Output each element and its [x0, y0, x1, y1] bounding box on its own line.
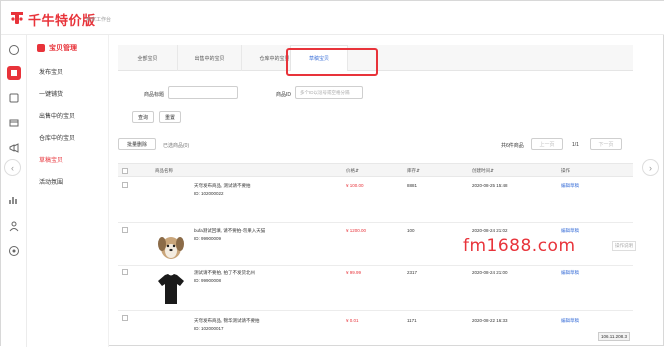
product-price: ¥ 100.00: [346, 183, 364, 188]
data-icon[interactable]: [7, 193, 21, 207]
row-checkbox[interactable]: [122, 227, 128, 233]
id-filter-label: 商品ID: [276, 92, 292, 98]
header-created-time[interactable]: 创建时间⇵: [472, 168, 494, 174]
section-title: 宝贝管理: [49, 45, 77, 52]
product-created: 2020-08-24 21:00: [472, 270, 508, 275]
product-price: ¥ 99.99: [346, 270, 362, 275]
next-page-button[interactable]: 下一页: [590, 138, 622, 150]
header-product-name: 商品名称: [155, 168, 173, 173]
logo-icon: [11, 12, 23, 24]
app-subtitle: 卖家工作台: [86, 17, 112, 23]
product-id: ID: 102000022: [194, 191, 224, 196]
chevron-left-icon: ‹: [11, 162, 14, 173]
sidebar-item-drafts[interactable]: 草稿宝贝: [39, 155, 63, 164]
product-id: ID: 99900008: [194, 278, 222, 283]
product-title[interactable]: bufa测试回填, 请不要拍-勿果入天猫: [194, 227, 265, 235]
product-stock: 8881: [407, 183, 418, 188]
side-help-tag[interactable]: 操作说明: [612, 241, 636, 251]
app-window: 千牛特价版 卖家工作台 宝贝管理 发布宝贝 一键铺货 出售中的宝贝 仓库中的宝贝…: [0, 0, 664, 347]
chevron-right-icon: ›: [649, 162, 652, 173]
row-divider: [118, 265, 633, 266]
product-id: ID: 99900009: [194, 236, 222, 241]
product-stock: 100: [407, 228, 415, 233]
prev-page-button[interactable]: 上一页: [531, 138, 563, 150]
row-divider: [118, 310, 633, 311]
icon-sidebar: [1, 35, 27, 347]
title-filter-label: 商品标题: [144, 92, 165, 98]
total-count: 共6件商品: [501, 143, 524, 149]
product-created: 2020-08-22 16:33: [472, 318, 508, 323]
top-bar: 千牛特价版 卖家工作台: [1, 1, 664, 35]
table-header: 商品名称 价格⇵ 库存⇵ 创建时间⇵ 操作: [118, 163, 633, 177]
edit-draft-link[interactable]: 编辑草稿: [561, 227, 579, 235]
order-icon[interactable]: [7, 91, 21, 105]
shop-icon[interactable]: [7, 115, 21, 129]
product-price: ¥ 0.01: [346, 318, 359, 323]
sidebar-item-one-click[interactable]: 一键铺货: [39, 89, 63, 98]
edit-draft-link[interactable]: 编辑草稿: [561, 182, 579, 190]
sidebar-item-publish[interactable]: 发布宝贝: [39, 67, 63, 76]
product-title[interactable]: 天穹发布商品, 锦华测试请不要拍: [194, 317, 260, 325]
sub-navigation: 宝贝管理 发布宝贝 一键铺货 出售中的宝贝 仓库中的宝贝 草稿宝贝 活动氛围: [27, 35, 109, 347]
product-created: 2020-08-24 21:02: [472, 228, 508, 233]
goods-icon[interactable]: [7, 66, 21, 80]
search-button[interactable]: 查询: [132, 111, 154, 123]
collapse-left-button[interactable]: ‹: [4, 159, 21, 176]
row-checkbox[interactable]: [122, 315, 128, 321]
watermark-text: fm1688.com: [463, 236, 576, 256]
header-price[interactable]: 价格⇵: [346, 168, 359, 174]
page-info: 1/1: [572, 142, 579, 148]
product-title[interactable]: 天穹发布商品, 测试请不要拍: [194, 182, 251, 190]
row-checkbox[interactable]: [122, 182, 128, 188]
row-divider: [118, 222, 633, 223]
product-stock: 2317: [407, 270, 418, 275]
tab-on-sale[interactable]: 出售中的宝贝: [178, 45, 242, 71]
marketing-icon[interactable]: [7, 141, 21, 155]
product-thumbnail-dog: [158, 237, 184, 259]
ip-badge: 106.11.208.3: [598, 332, 630, 341]
sidebar-item-activity[interactable]: 活动氛围: [39, 177, 63, 186]
product-title[interactable]: 测试请不要拍, 拍了不发货北州: [194, 269, 255, 277]
home-icon[interactable]: [7, 43, 21, 57]
batch-delete-button[interactable]: 批量删除: [118, 138, 156, 150]
selected-count: 已选商品(0): [163, 143, 190, 149]
id-filter-input[interactable]: 多个ID以逗号或空格分隔: [295, 86, 363, 99]
row-checkbox[interactable]: [122, 269, 128, 275]
reset-button[interactable]: 重置: [159, 111, 181, 123]
tab-highlight-box: [286, 48, 378, 76]
sidebar-item-on-sale[interactable]: 出售中的宝贝: [39, 111, 75, 120]
product-stock: 1171: [407, 318, 417, 323]
product-id: ID: 102000017: [194, 326, 224, 331]
select-all-checkbox[interactable]: [122, 168, 128, 174]
header-stock[interactable]: 库存⇵: [407, 168, 420, 174]
edit-draft-link[interactable]: 编辑草稿: [561, 317, 579, 325]
product-price: ¥ 1200.00: [346, 228, 367, 233]
section-goods-management[interactable]: 宝贝管理: [37, 43, 77, 53]
tab-all-goods[interactable]: 全部宝贝: [118, 45, 178, 71]
title-filter-input[interactable]: [168, 86, 238, 99]
goods-section-icon: [37, 44, 45, 52]
edit-draft-link[interactable]: 编辑草稿: [561, 269, 579, 277]
sidebar-item-warehouse[interactable]: 仓库中的宝贝: [39, 133, 75, 142]
settings-icon[interactable]: [7, 244, 21, 258]
product-thumbnail-tshirt: [158, 274, 184, 304]
expand-right-button[interactable]: ›: [642, 159, 659, 176]
header-action: 操作: [561, 168, 570, 173]
user-icon[interactable]: [7, 219, 21, 233]
product-created: 2020-08-25 15:48: [472, 183, 508, 188]
